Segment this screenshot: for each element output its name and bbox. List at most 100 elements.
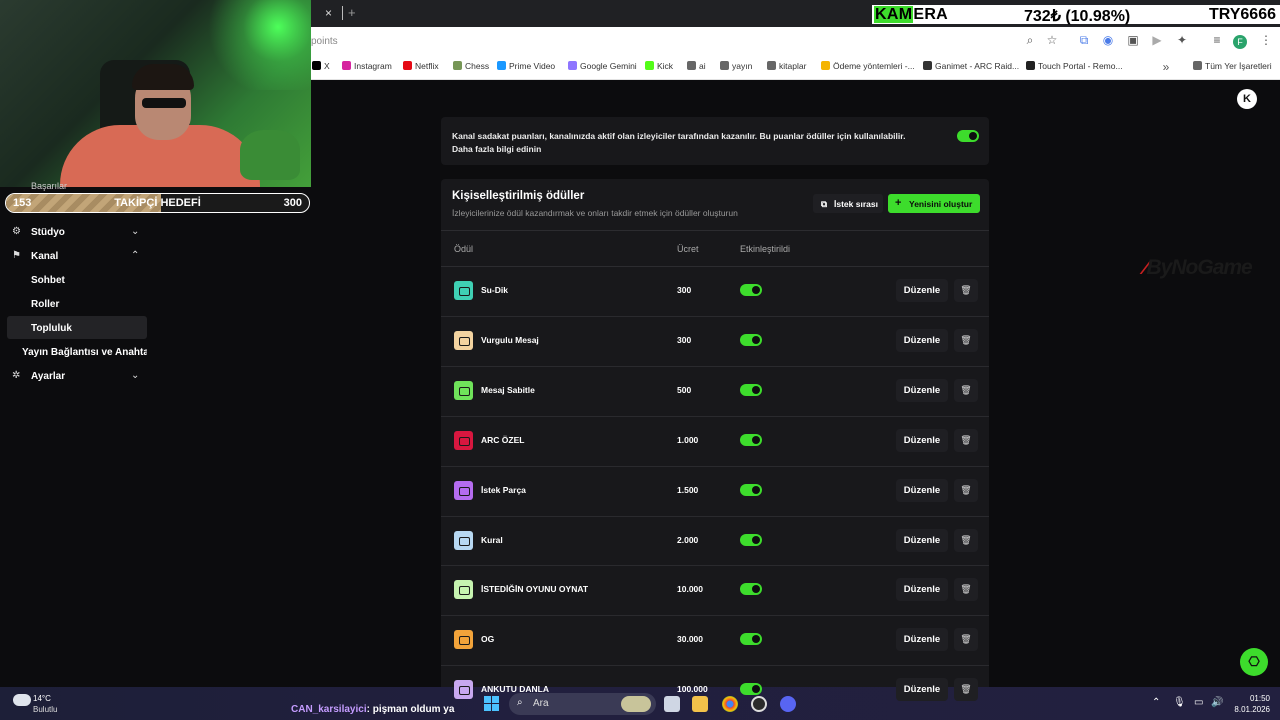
discord-icon[interactable] — [780, 696, 796, 712]
learn-more-link[interactable]: Daha fazla bilgi edinin — [452, 143, 932, 156]
screenshot-icon[interactable]: ▣ — [1125, 33, 1141, 47]
edit-reward-button[interactable]: Düzenle — [896, 528, 948, 552]
reward-enabled-toggle[interactable] — [740, 483, 762, 496]
chevron-up-icon[interactable]: ⌃ — [131, 250, 139, 261]
loyalty-enable-toggle[interactable] — [957, 130, 979, 142]
reading-list-icon[interactable]: ≡ — [1209, 33, 1225, 47]
edit-reward-button[interactable]: Düzenle — [896, 328, 948, 352]
file-explorer-icon[interactable] — [692, 696, 708, 712]
help-chat-button[interactable]: ⎔ — [1240, 648, 1268, 676]
sidebar-item-studyo[interactable]: Stüdyo — [31, 227, 65, 238]
taskbar-date[interactable]: 8.01.2026 — [1226, 705, 1270, 714]
trash-icon[interactable]: 🗑 — [954, 378, 978, 402]
translate-icon[interactable]: ⧉ — [1076, 33, 1092, 48]
new-tab-icon[interactable]: + — [348, 5, 356, 20]
ticker-symbol: TRY6666 — [1209, 6, 1276, 23]
reward-enabled-toggle[interactable] — [740, 533, 762, 546]
trash-icon[interactable]: 🗑 — [954, 478, 978, 502]
audio-icon[interactable]: ◉ — [1100, 33, 1116, 47]
edit-reward-button[interactable]: Düzenle — [896, 279, 948, 302]
url-text[interactable]: points — [311, 36, 338, 47]
weather-cloud-icon[interactable] — [13, 694, 31, 706]
edit-reward-button[interactable]: Düzenle — [896, 678, 948, 702]
bookmark-star-icon[interactable]: ☆ — [1044, 33, 1060, 47]
reward-enabled-toggle[interactable] — [740, 633, 762, 646]
bookmark-label: X — [324, 61, 330, 71]
trash-icon[interactable]: 🗑 — [954, 428, 978, 452]
reward-name: İSTEDİĞİN OYUNU OYNAT — [481, 584, 589, 595]
chrome-icon[interactable] — [722, 696, 738, 712]
reward-enabled-toggle[interactable] — [740, 383, 762, 396]
trash-icon[interactable]: 🗑 — [954, 528, 978, 552]
ticker-price: 732₺ (10.98%) — [1024, 8, 1131, 25]
bookmark-label: Ganimet - ARC Raid... — [935, 61, 1020, 71]
edit-reward-button[interactable]: Düzenle — [896, 428, 948, 452]
bookmark-item[interactable]: Tüm Yer İşaretleri — [1193, 61, 1272, 71]
sidebar-item-kanal[interactable]: Kanal — [31, 251, 58, 262]
chevron-down-icon[interactable]: ⌄ — [131, 226, 139, 237]
trash-icon[interactable]: 🗑 — [954, 328, 978, 352]
edit-reward-button[interactable]: Düzenle — [896, 578, 948, 602]
sidebar-item-topluluk[interactable]: Topluluk — [31, 323, 72, 334]
obs-icon[interactable] — [751, 696, 767, 712]
trash-icon[interactable]: 🗑 — [954, 578, 978, 602]
taskbar-time[interactable]: 01:50 — [1230, 694, 1270, 703]
network-icon[interactable]: ▭ — [1194, 697, 1203, 708]
bookmark-item[interactable]: kitaplar — [767, 61, 806, 71]
bookmark-item[interactable]: Instagram — [342, 61, 392, 71]
reward-enabled-toggle[interactable] — [740, 683, 762, 696]
weather-temp[interactable]: 14°C — [33, 694, 51, 703]
sidebar-item-sohbet[interactable]: Sohbet — [31, 275, 65, 286]
sidebar-item-ayarlar[interactable]: Ayarlar — [31, 371, 65, 382]
weather-description[interactable]: Bulutlu — [33, 705, 57, 714]
trash-icon[interactable]: 🗑 — [954, 678, 978, 702]
bookmark-item[interactable]: Ganimet - ARC Raid... — [923, 61, 1019, 71]
trash-icon[interactable]: 🗑 — [954, 628, 978, 652]
edit-reward-button[interactable]: Düzenle — [896, 628, 948, 652]
bookmark-item[interactable]: Chess — [453, 61, 489, 71]
trash-icon[interactable]: 🗑 — [954, 279, 978, 302]
reward-enabled-toggle[interactable] — [740, 333, 762, 346]
edit-reward-button[interactable]: Düzenle — [896, 478, 948, 502]
bookmark-item[interactable]: yayın — [720, 61, 752, 71]
profile-avatar[interactable]: F — [1233, 35, 1247, 49]
chevron-down-icon[interactable]: ⌄ — [131, 370, 139, 381]
bookmark-favicon-icon — [923, 61, 932, 70]
tray-overflow-icon[interactable]: ⌃ — [1152, 697, 1160, 708]
bookmark-item[interactable]: X — [312, 61, 330, 71]
channel-icon: ⚑ — [12, 250, 21, 261]
windows-start-icon[interactable] — [484, 696, 500, 712]
extensions-icon[interactable]: ✦ — [1174, 33, 1190, 47]
play-icon[interactable]: ▶ — [1149, 33, 1165, 47]
sidebar-item-stream-key[interactable]: Yayın Bağlantısı ve Anahtarı — [22, 347, 147, 358]
ticker-name-highlight: KAM — [874, 6, 914, 23]
reward-enabled-toggle[interactable] — [740, 284, 762, 296]
streamer-hair — [132, 64, 194, 90]
sidebar-item-partial[interactable]: Başarılar — [31, 181, 67, 191]
reward-enabled-toggle[interactable] — [740, 583, 762, 596]
bookmark-item[interactable]: Touch Portal - Remo... — [1026, 61, 1123, 71]
reward-cost: 1.000 — [677, 434, 699, 445]
bynogame-text: ByNoGame — [1146, 256, 1253, 279]
volume-icon[interactable]: 🔊 — [1211, 697, 1223, 708]
request-queue-button[interactable]: ⧉ İstek sırası — [813, 194, 883, 213]
reward-cost: 1.500 — [677, 484, 699, 495]
create-reward-button[interactable]: + Yenisini oluştur — [888, 194, 980, 213]
bookmark-item[interactable]: Prime Video — [497, 61, 555, 71]
bookmark-item[interactable]: Ödeme yöntemleri -... — [821, 61, 915, 71]
tab-close-button[interactable]: × — [325, 6, 332, 20]
bookmarks-overflow-icon[interactable]: » — [1158, 60, 1174, 74]
bookmark-item[interactable]: ai — [687, 61, 706, 71]
zoom-icon[interactable]: ⌕ — [1022, 33, 1038, 48]
reward-cost: 2.000 — [677, 534, 699, 545]
taskbar-search-placeholder[interactable]: Ara — [533, 698, 549, 709]
sidebar-item-roller[interactable]: Roller — [31, 299, 59, 310]
reward-enabled-toggle[interactable] — [740, 433, 762, 446]
bookmark-item[interactable]: Kick — [645, 61, 673, 71]
bookmark-item[interactable]: Google Gemini — [568, 61, 637, 71]
task-view-icon[interactable] — [664, 696, 680, 712]
microphone-icon[interactable]: 🎙 — [1173, 697, 1186, 708]
edit-reward-button[interactable]: Düzenle — [896, 378, 948, 402]
menu-kebab-icon[interactable]: ⋮ — [1258, 33, 1274, 47]
bookmark-item[interactable]: Netflix — [403, 61, 439, 71]
